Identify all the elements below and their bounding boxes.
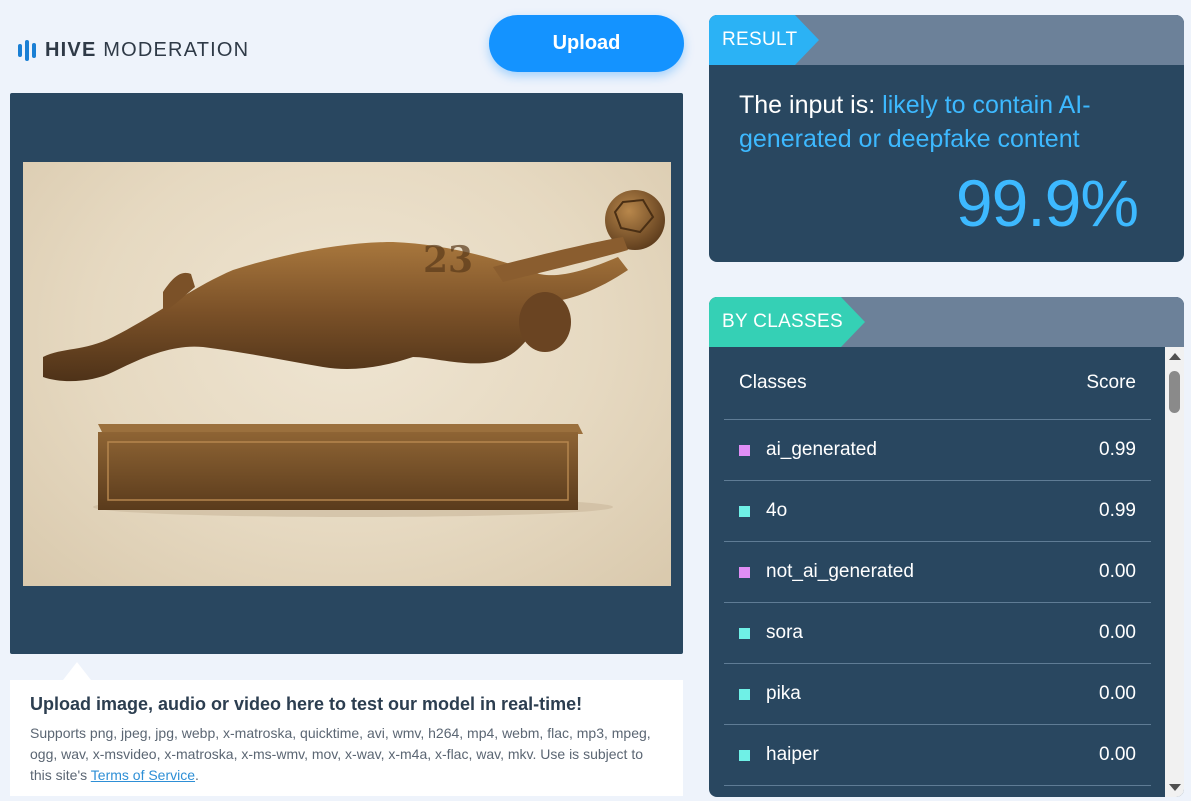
logo-text: HIVE MODERATION	[45, 39, 249, 62]
class-color-swatch	[739, 627, 750, 639]
class-score: 0.00	[1099, 683, 1136, 704]
by-classes-card[interactable]: BY CLASSES Classes Score ai_generated 0.9…	[709, 297, 1184, 797]
upload-info-box: Upload image, audio or video here to tes…	[10, 680, 683, 796]
class-color-swatch	[739, 444, 750, 456]
class-score: 0.00	[1099, 744, 1136, 765]
result-card: RESULT The input is: likely to contain A…	[709, 15, 1184, 262]
logo-text-bold: HIVE	[45, 38, 97, 61]
class-label: ai_generated	[739, 439, 877, 461]
class-label: sora	[739, 622, 803, 644]
class-color-swatch	[739, 688, 750, 700]
classes-card-header: BY CLASSES	[709, 297, 1184, 347]
info-pointer	[63, 662, 91, 680]
class-score: 0.99	[1099, 500, 1136, 521]
result-prefix: The input is:	[739, 91, 876, 119]
statue-illustration: 23	[43, 190, 665, 517]
scroll-up-arrow-icon[interactable]	[1169, 353, 1181, 360]
class-name: ai_generated	[766, 439, 877, 460]
class-name: not_ai_generated	[766, 561, 914, 582]
result-tag: RESULT	[709, 15, 819, 65]
terms-suffix: .	[195, 767, 199, 783]
class-score: 0.99	[1099, 439, 1136, 460]
upload-button[interactable]: Upload	[489, 15, 684, 72]
result-score: 99.9%	[955, 166, 1139, 240]
class-row: 4o 0.99	[724, 481, 1151, 542]
uploaded-image: 23	[23, 162, 671, 586]
class-color-swatch	[739, 505, 750, 517]
class-name: sora	[766, 622, 803, 643]
class-label: not_ai_generated	[739, 561, 914, 583]
class-score: 0.00	[1099, 561, 1136, 582]
info-title: Upload image, audio or video here to tes…	[30, 694, 583, 714]
class-row: not_ai_generated 0.00	[724, 542, 1151, 603]
class-name: pika	[766, 683, 801, 704]
scroll-thumb[interactable]	[1169, 371, 1180, 413]
class-row: sora 0.00	[724, 603, 1151, 664]
class-label: 4o	[739, 500, 787, 522]
classes-table: Classes Score ai_generated 0.99 4o 0.99 not_…	[724, 347, 1151, 797]
scroll-down-arrow-icon[interactable]	[1169, 784, 1181, 791]
hive-logo-icon	[18, 39, 36, 61]
classes-scrollbar[interactable]	[1165, 347, 1184, 797]
class-score: 0.00	[1099, 622, 1136, 643]
class-label: haiper	[739, 744, 819, 766]
class-name: haiper	[766, 744, 819, 765]
svg-text:23: 23	[423, 239, 473, 281]
score-column-header: Score	[1086, 372, 1136, 393]
terms-of-service-link[interactable]: Terms of Service	[91, 767, 195, 783]
result-card-header: RESULT	[709, 15, 1184, 65]
supported-formats-text: Supports png, jpeg, jpg, webp, x-matrosk…	[30, 723, 663, 786]
class-label: pika	[739, 683, 801, 705]
result-verdict: The input is: likely to contain AI-gener…	[739, 88, 1159, 156]
media-preview-panel[interactable]: 23	[10, 93, 683, 654]
class-color-swatch	[739, 749, 750, 761]
hive-moderation-logo[interactable]: HIVE MODERATION	[18, 36, 249, 64]
class-row: pika 0.00	[724, 664, 1151, 725]
class-name: 4o	[766, 500, 788, 521]
classes-table-header: Classes Score	[724, 347, 1151, 420]
class-row: ai_generated 0.99	[724, 420, 1151, 481]
classes-column-header: Classes	[739, 372, 807, 393]
class-color-swatch	[739, 566, 750, 578]
class-row: haiper 0.00	[724, 725, 1151, 786]
by-classes-tag: BY CLASSES	[709, 297, 865, 347]
logo-text-light: MODERATION	[103, 38, 250, 61]
